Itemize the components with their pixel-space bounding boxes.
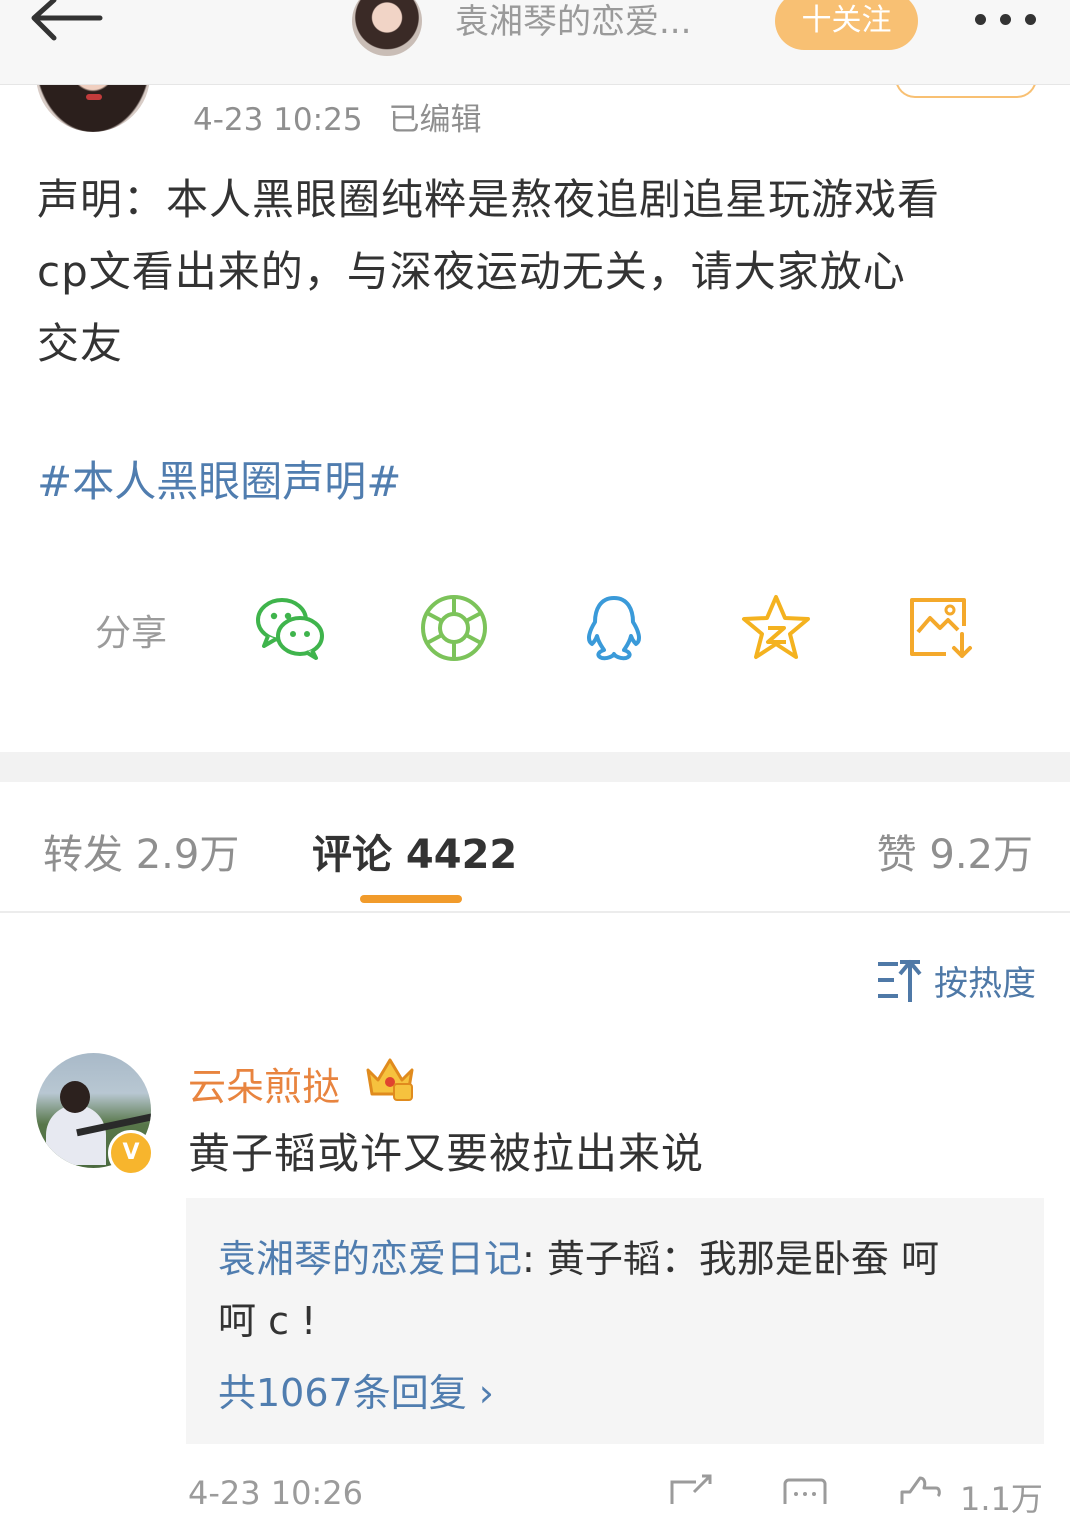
post-timestamp: 4-23 10:25 已编辑	[193, 94, 482, 139]
sort-icon	[878, 959, 922, 1002]
wechat-icon[interactable]	[254, 592, 326, 664]
comment-timestamp: 4-23 10:26	[188, 1474, 364, 1512]
moments-icon[interactable]	[418, 592, 490, 664]
reply-text-line: 呵 c !	[218, 1299, 317, 1343]
more-options-icon[interactable]	[975, 10, 1055, 30]
tab-divider	[0, 911, 1070, 913]
reply-text-line: 袁湘琴的恋爱日记: 黄子韬：我那是卧蚕 呵	[218, 1228, 939, 1283]
author-name-title[interactable]: 袁湘琴的恋爱...	[455, 0, 691, 44]
crown-badge-icon[interactable]	[364, 1052, 416, 1102]
like-thumb-icon[interactable]	[896, 1474, 942, 1504]
share-label: 分享	[95, 613, 168, 654]
reply-text: : 黄子韬：我那是卧蚕 呵	[522, 1237, 939, 1281]
comment-text: 黄子韬或许又要被拉出来说	[188, 1129, 705, 1178]
repost-icon[interactable]	[668, 1474, 714, 1504]
reply-author[interactable]: 袁湘琴的恋爱日记	[218, 1237, 522, 1281]
tab-comment[interactable]: 评论 4422	[312, 822, 517, 880]
post-text-line: cp文看出来的，与深夜运动无关，请大家放心	[37, 247, 906, 296]
view-all-replies-link[interactable]: 共1067条回复 ›	[218, 1362, 494, 1417]
qq-icon[interactable]	[578, 592, 650, 664]
post-text-line: 声明：本人黑眼圈纯粹是熬夜追剧追星玩游戏看	[37, 175, 941, 224]
post-time-value: 4-23 10:25	[193, 102, 363, 138]
comment-like-count: 1.1万	[960, 1480, 1043, 1518]
commenter-name[interactable]: 云朵煎挞	[188, 1056, 340, 1111]
verified-icon: V	[108, 1130, 154, 1176]
author-avatar-small[interactable]	[352, 0, 422, 56]
active-tab-indicator	[360, 895, 462, 903]
back-arrow-icon[interactable]	[28, 0, 108, 50]
sort-label: 按热度	[934, 964, 1036, 1004]
section-separator	[0, 752, 1070, 782]
qzone-icon[interactable]	[740, 592, 812, 664]
reply-preview[interactable]: 袁湘琴的恋爱日记: 黄子韬：我那是卧蚕 呵 呵 c ! 共1067条回复 ›	[186, 1198, 1044, 1444]
post-text-line: 交友	[37, 319, 124, 368]
sort-by-hot-button[interactable]: 按热度	[876, 956, 1036, 1004]
comment-icon[interactable]	[782, 1474, 828, 1504]
hashtag-link[interactable]: #本人黑眼圈声明#	[37, 448, 401, 509]
follow-button[interactable]: 十关注	[775, 0, 918, 50]
tab-repost[interactable]: 转发 2.9万	[43, 822, 239, 880]
edited-label: 已编辑	[388, 102, 482, 138]
tab-like[interactable]: 赞 9.2万	[877, 822, 1033, 880]
top-nav-bar: 袁湘琴的恋爱... 十关注	[0, 0, 1070, 85]
save-image-icon[interactable]	[906, 592, 978, 664]
post-body: 声明：本人黑眼圈纯粹是熬夜追剧追星玩游戏看 cp文看出来的，与深夜运动无关，请大…	[37, 164, 1047, 380]
